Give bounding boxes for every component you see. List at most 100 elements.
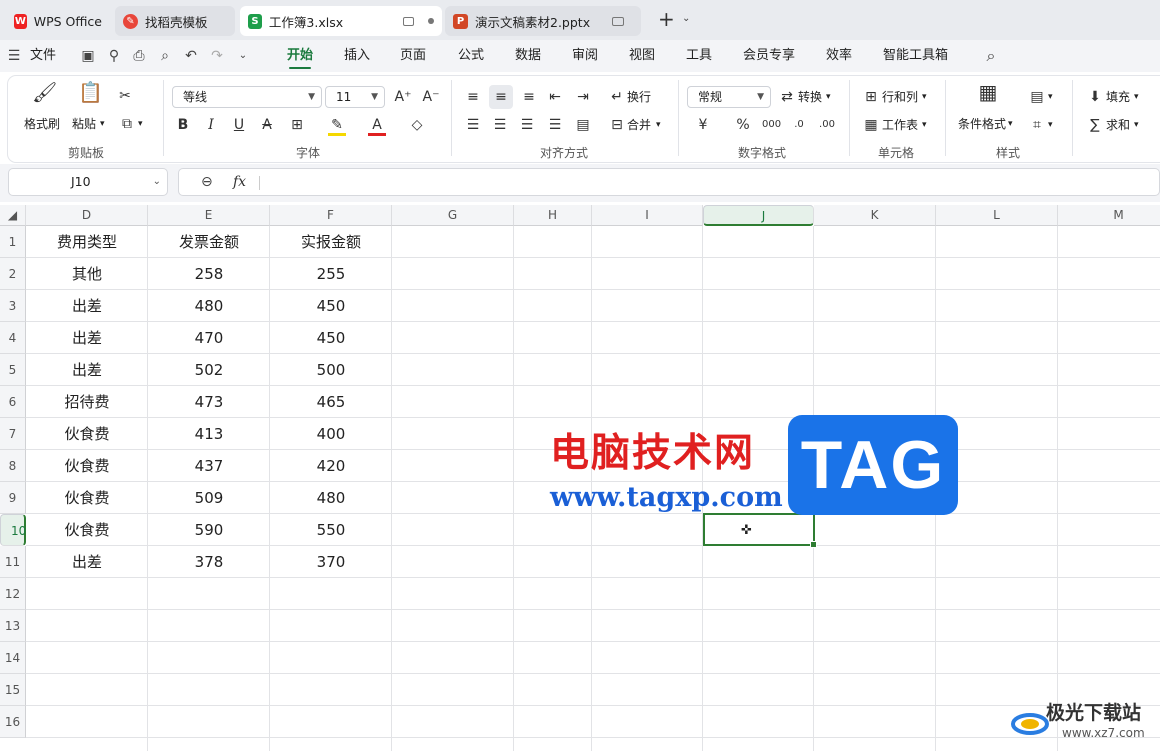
menu-insert[interactable]: 插入 [344,40,370,72]
header-cell[interactable]: 实报金额 [270,226,392,258]
wrap-button[interactable]: 换行 [627,89,651,105]
font-name-select[interactable]: 等线 ▼ [172,86,322,108]
menu-review[interactable]: 审阅 [572,40,598,72]
row-header-12[interactable]: 12 [0,578,26,610]
zoom-icon[interactable]: ⊖ [201,174,213,190]
row-header-7[interactable]: 7 [0,418,26,450]
save-icon[interactable]: ▣ [80,48,96,64]
data-cell[interactable]: 出差 [26,546,148,578]
chevron-down-icon[interactable]: ▾ [1048,117,1053,133]
data-cell[interactable]: 465 [270,386,392,418]
tab-wps-office[interactable]: W WPS Office [6,6,110,36]
highlight-icon[interactable]: ✎ [328,117,346,136]
column-header-k[interactable]: K [814,205,936,226]
chevron-down-icon[interactable]: ⌄ [235,48,251,64]
data-cell[interactable]: 550 [270,514,392,546]
data-cell[interactable]: 255 [270,258,392,290]
align-bottom-icon[interactable]: ≡ [520,89,538,105]
menu-page[interactable]: 页面 [400,40,426,72]
undo-icon[interactable]: ↶ [183,48,199,64]
row-header-3[interactable]: 3 [0,290,26,322]
justify-icon[interactable]: ☰ [546,117,564,133]
fill-button[interactable]: 填充 [1106,89,1130,105]
sheet-button[interactable]: 工作表 [882,117,918,133]
chevron-down-icon[interactable]: ▾ [1134,89,1139,105]
indent-decrease-icon[interactable]: ⇤ [546,89,564,105]
data-cell[interactable]: 400 [270,418,392,450]
menu-efficiency[interactable]: 效率 [826,40,852,72]
row-header-4[interactable]: 4 [0,322,26,354]
cell-style-icon[interactable]: ▤ [1028,89,1046,105]
spreadsheet-grid[interactable]: ◢ DEFGHIJKLM 1 2 3 4 5 6 7 8 9 10 11 12 13 14 15 16 费用类… [0,205,1160,751]
data-cell[interactable]: 伙食费 [26,514,148,546]
sheet-icon[interactable]: ▦ [862,117,880,133]
data-cell[interactable]: 470 [148,322,270,354]
convert-icon[interactable]: ⇄ [778,89,796,105]
currency-icon[interactable]: ¥ [694,117,712,133]
header-cell[interactable]: 费用类型 [26,226,148,258]
strikethrough-icon[interactable]: A [258,117,276,133]
format-painter-button[interactable]: 格式刷 [24,116,60,132]
new-tab-icon[interactable]: + [658,9,675,29]
data-cell[interactable]: 420 [270,450,392,482]
redo-icon[interactable]: ↷ [209,48,225,64]
merge-icon[interactable]: ⊟ [608,117,626,133]
increase-font-icon[interactable]: A⁺ [394,89,412,105]
menu-formula[interactable]: 公式 [458,40,484,72]
menu-data[interactable]: 数据 [515,40,541,72]
row-header-8[interactable]: 8 [0,450,26,482]
row-header-10[interactable]: 10 [0,514,26,546]
distribute-icon[interactable]: ▤ [574,117,592,133]
name-box[interactable]: J10 ⌄ [8,168,168,196]
format-painter-icon[interactable]: 🖌 [32,82,57,102]
menu-tools[interactable]: 工具 [686,40,712,72]
data-cell[interactable]: 437 [148,450,270,482]
underline-icon[interactable]: U [230,117,248,133]
decimal-increase-icon[interactable]: .0 [790,117,808,133]
chevron-down-icon[interactable]: ▾ [826,89,831,105]
row-header-14[interactable]: 14 [0,642,26,674]
row-header-13[interactable]: 13 [0,610,26,642]
print-icon[interactable]: ⎙ [131,48,147,64]
tab-workbook[interactable]: S 工作簿3.xlsx [240,6,442,36]
data-cell[interactable]: 502 [148,354,270,386]
data-cell[interactable]: 招待费 [26,386,148,418]
menu-home[interactable]: 开始 [287,40,313,72]
data-cell[interactable]: 590 [148,514,270,546]
italic-icon[interactable]: I [202,117,220,133]
data-cell[interactable]: 伙食费 [26,450,148,482]
convert-button[interactable]: 转换 [798,89,822,105]
copy-icon[interactable]: ⧉ [118,116,136,132]
data-cell[interactable]: 其他 [26,258,148,290]
chevron-down-icon[interactable]: ▾ [922,89,927,105]
data-cell[interactable]: 509 [148,482,270,514]
data-cell[interactable]: 出差 [26,290,148,322]
paste-icon[interactable]: 📋 [78,82,103,102]
chevron-down-icon[interactable]: ▾ [100,116,105,132]
chevron-down-icon[interactable]: ⌄ [682,13,690,24]
data-cell[interactable]: 480 [270,482,392,514]
tab-presentation[interactable]: P 演示文稿素材2.pptx [445,6,641,36]
align-right-icon[interactable]: ☰ [518,117,536,133]
font-color-icon[interactable]: A [368,117,386,136]
column-header-f[interactable]: F [270,205,392,226]
menu-file[interactable]: 文件 [30,40,56,72]
menu-member[interactable]: 会员专享 [743,40,795,72]
row-header-16[interactable]: 16 [0,706,26,738]
row-header-2[interactable]: 2 [0,258,26,290]
font-size-select[interactable]: 11 ▼ [325,86,385,108]
data-cell[interactable]: 450 [270,290,392,322]
indent-increase-icon[interactable]: ⇥ [574,89,592,105]
chevron-down-icon[interactable]: ▾ [1134,117,1139,133]
column-header-d[interactable]: D [26,205,148,226]
chevron-down-icon[interactable]: ▾ [1048,89,1053,105]
table-style-icon[interactable]: ⌗ [1028,117,1046,133]
thousands-icon[interactable]: 000 [762,117,781,133]
column-header-g[interactable]: G [392,205,514,226]
chevron-down-icon[interactable]: ▾ [1008,116,1013,132]
formula-input[interactable]: ⊖ fx [178,168,1160,196]
wrap-icon[interactable]: ↵ [608,89,626,105]
tab-docer[interactable]: ✎ 找稻壳模板 [115,6,235,36]
merge-button[interactable]: 合并 [627,117,651,133]
chevron-down-icon[interactable]: ▾ [922,117,927,133]
